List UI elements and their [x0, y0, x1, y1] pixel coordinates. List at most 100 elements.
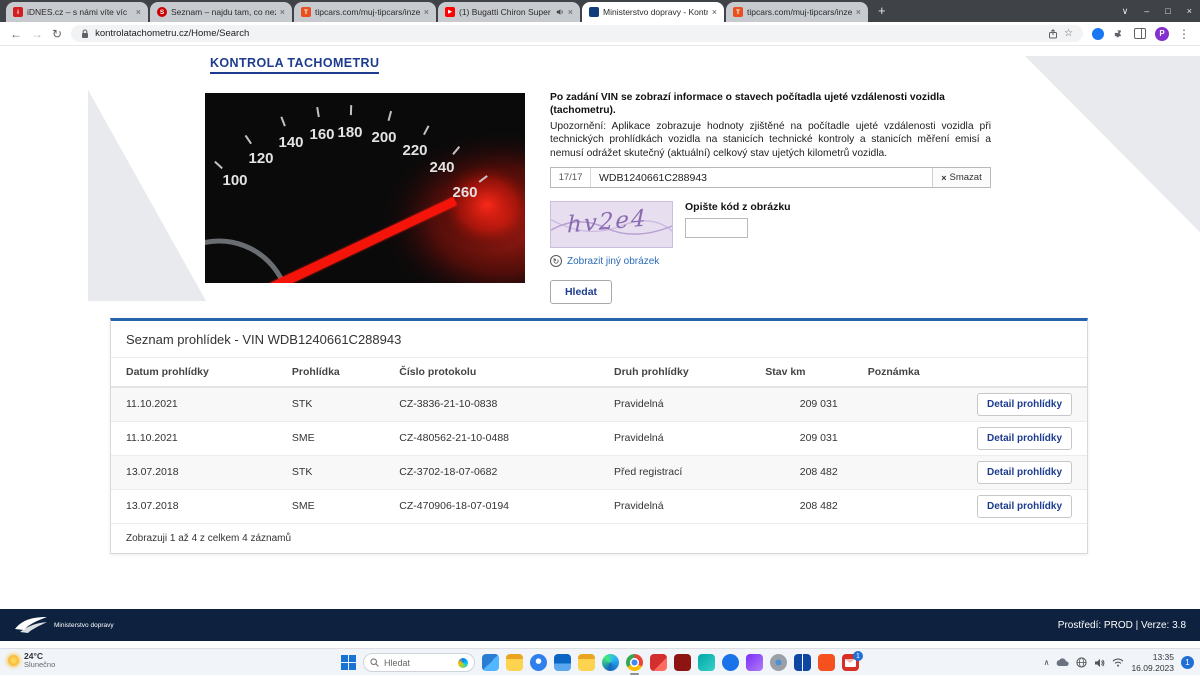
taskbar-icon-app-purple[interactable]: [746, 654, 763, 671]
back-icon[interactable]: ←: [10, 27, 22, 41]
vin-input[interactable]: 17/17 WDB1240661C288943 × Smazat: [550, 167, 991, 188]
tab-close-icon[interactable]: ×: [136, 7, 141, 17]
ministry-favicon-icon: [589, 7, 599, 17]
browser-toolbar: ← → ↻ kontrolatachometru.cz/Home/Search …: [0, 22, 1200, 46]
start-button[interactable]: [341, 655, 356, 670]
results-title: Seznam prohlídek - VIN WDB1240661C288943: [111, 321, 1087, 357]
refresh-captcha-icon[interactable]: ↻: [550, 255, 562, 267]
tab-close-icon[interactable]: ×: [568, 7, 573, 17]
youtube-favicon-icon: ▶: [445, 7, 455, 17]
tab-close-icon[interactable]: ×: [856, 7, 861, 17]
browser-tab-tipcars-2[interactable]: T tipcars.com/muj-tipcars/inzerce... ×: [726, 2, 868, 22]
share-icon[interactable]: [1048, 29, 1058, 39]
search-highlights-icon[interactable]: [458, 658, 468, 668]
search-placeholder: Hledat: [384, 658, 453, 668]
onedrive-icon[interactable]: [1056, 658, 1069, 667]
cell-protocol: CZ-470906-18-07-0194: [384, 489, 599, 523]
browser-tab-idnes[interactable]: i iDNES.cz – s námi víte víc ×: [6, 2, 148, 22]
col-header-actions: [960, 358, 1087, 388]
speedo-label: 120: [248, 150, 273, 167]
bookmark-star-icon[interactable]: ☆: [1064, 28, 1073, 39]
cell-protocol: CZ-3836-21-10-0838: [384, 387, 599, 421]
taskbar-icon-app-darkred[interactable]: [674, 654, 691, 671]
taskbar-icon-edge[interactable]: [602, 654, 619, 671]
menu-kebab-icon[interactable]: ⋮: [1178, 27, 1190, 41]
new-tab-button[interactable]: +: [878, 3, 886, 18]
cell-date: 13.07.2018: [111, 489, 277, 523]
tab-search-chevron-icon[interactable]: ∨: [1122, 6, 1129, 17]
taskbar-icon-app-red[interactable]: [650, 654, 667, 671]
extension-icon-blue[interactable]: [1092, 28, 1104, 40]
browser-tab-youtube[interactable]: ▶ (1) Bugatti Chiron Super Spo... ×: [438, 2, 580, 22]
forward-icon[interactable]: →: [31, 27, 43, 41]
window-controls: ∨ – □ ×: [1122, 0, 1192, 22]
cell-km: 208 482: [750, 455, 852, 489]
tab-close-icon[interactable]: ×: [280, 7, 285, 17]
clock-time: 13:35: [1131, 652, 1174, 662]
taskbar-search[interactable]: Hledat: [363, 653, 475, 672]
window-close-button[interactable]: ×: [1187, 6, 1192, 16]
search-button[interactable]: Hledat: [550, 280, 612, 304]
speedo-label: 240: [429, 159, 454, 176]
taskbar-clock[interactable]: 13:35 16.09.2023: [1131, 652, 1174, 672]
extensions-puzzle-icon[interactable]: [1113, 28, 1125, 40]
notification-badge[interactable]: 1: [1181, 656, 1194, 669]
tab-close-icon[interactable]: ×: [424, 7, 429, 17]
wifi-icon[interactable]: [1112, 658, 1124, 667]
tab-audio-icon[interactable]: [556, 8, 564, 16]
taskbar: 24°C Slunečno Hledat 1: [0, 648, 1200, 675]
taskbar-icon-teams-chat[interactable]: [530, 654, 547, 671]
taskbar-icon-app-blue[interactable]: [722, 654, 739, 671]
detail-button[interactable]: Detail prohlídky: [977, 461, 1072, 484]
cell-date: 13.07.2018: [111, 455, 277, 489]
url-text: kontrolatachometru.cz/Home/Search: [95, 28, 1042, 39]
taskbar-icon-mail[interactable]: 1: [842, 654, 859, 671]
site-footer: Ministerstvo dopravy Prostředí: PROD | V…: [0, 609, 1200, 641]
seznam-favicon-icon: S: [157, 7, 167, 17]
taskbar-icon-folder[interactable]: [578, 654, 595, 671]
table-row: 11.10.2021 SME CZ-480562-21-10-0488 Prav…: [111, 421, 1087, 455]
clear-vin-button[interactable]: × Smazat: [932, 168, 990, 187]
taskbar-weather[interactable]: 24°C Slunečno: [8, 652, 55, 670]
window-maximize-button[interactable]: □: [1165, 6, 1170, 16]
browser-tab-seznam[interactable]: S Seznam – najdu tam, co neznám ×: [150, 2, 292, 22]
tab-close-icon[interactable]: ×: [712, 7, 717, 17]
detail-button[interactable]: Detail prohlídky: [977, 427, 1072, 450]
reload-icon[interactable]: ↻: [52, 27, 62, 41]
volume-icon[interactable]: [1094, 658, 1105, 668]
network-globe-icon[interactable]: [1076, 657, 1087, 668]
browser-tab-ministry-active[interactable]: Ministerstvo dopravy - Kontrola t... ×: [582, 2, 724, 22]
address-bar[interactable]: kontrolatachometru.cz/Home/Search ☆: [71, 25, 1083, 42]
taskbar-icon-app-teal[interactable]: [698, 654, 715, 671]
taskbar-icon-chrome[interactable]: [626, 654, 643, 671]
taskbar-icon-app-bluegrid[interactable]: [794, 654, 811, 671]
browser-tab-tipcars-1[interactable]: T tipcars.com/muj-tipcars/inzerce... ×: [294, 2, 436, 22]
taskbar-icon-widgets[interactable]: [482, 654, 499, 671]
profile-avatar[interactable]: P: [1155, 27, 1169, 41]
intro-warning-text: Upozornění: Aplikace zobrazuje hodnoty z…: [550, 120, 991, 161]
sidebar-panel-icon[interactable]: [1134, 28, 1146, 39]
taskbar-icon-store[interactable]: [554, 654, 571, 671]
weather-desc: Slunečno: [24, 661, 55, 669]
window-minimize-button[interactable]: –: [1144, 6, 1149, 16]
intro-bold-text: Po zadání VIN se zobrazí informace o sta…: [550, 91, 991, 118]
speedo-label: 160: [309, 126, 334, 143]
captcha-input[interactable]: [685, 218, 748, 238]
table-row: 11.10.2021 STK CZ-3836-21-10-0838 Pravid…: [111, 387, 1087, 421]
tray-expand-icon[interactable]: ∧: [1044, 658, 1050, 667]
refresh-captcha-link[interactable]: Zobrazit jiný obrázek: [567, 256, 659, 267]
speedo-label: 100: [222, 172, 247, 189]
ssl-lock-icon: [81, 29, 89, 39]
cell-type: STK: [277, 455, 384, 489]
taskbar-icon-file-explorer[interactable]: [506, 654, 523, 671]
taskbar-icon-app-orange[interactable]: [818, 654, 835, 671]
cell-protocol: CZ-480562-21-10-0488: [384, 421, 599, 455]
taskbar-icon-settings-gear[interactable]: [770, 654, 787, 671]
col-header-protocol: Číslo protokolu: [384, 358, 599, 388]
cell-kind: Pravidelná: [599, 421, 750, 455]
clear-x-icon: ×: [941, 173, 946, 183]
cell-note: [853, 421, 960, 455]
detail-button[interactable]: Detail prohlídky: [977, 393, 1072, 416]
detail-button[interactable]: Detail prohlídky: [977, 495, 1072, 518]
ministry-name: Ministerstvo dopravy: [54, 622, 114, 629]
